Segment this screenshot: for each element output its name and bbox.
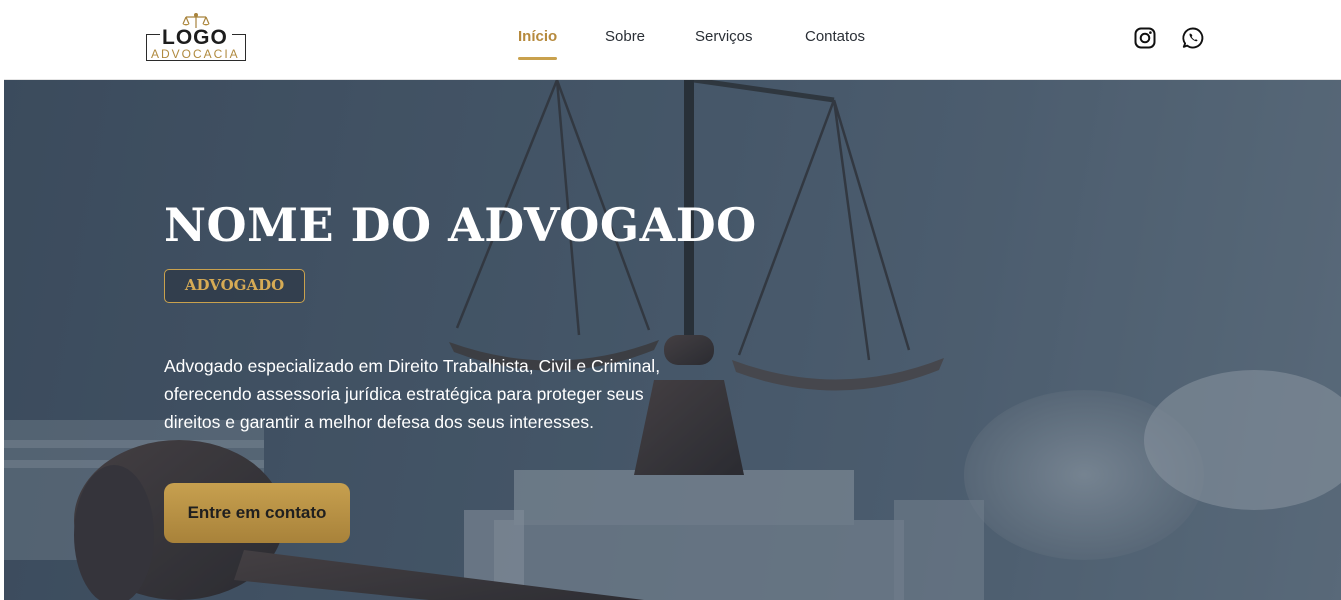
hero-description: Advogado especializado em Direito Trabal…: [164, 356, 661, 432]
contact-button[interactable]: Entre em contato: [164, 483, 350, 543]
hero-title: NOME DO ADVOGADO: [164, 198, 757, 252]
hero-section: NOME DO ADVOGADO ADVOGADO Advogado espec…: [4, 80, 1341, 600]
site-header: LOGO ADVOCACIA Início Sobre Serviços Con…: [4, 0, 1341, 80]
nav-item-sobre[interactable]: Sobre: [601, 28, 649, 45]
nav-item-inicio[interactable]: Início: [514, 28, 561, 60]
site-logo[interactable]: LOGO ADVOCACIA: [146, 12, 250, 64]
nav-item-contatos[interactable]: Contatos: [801, 28, 869, 45]
instagram-icon[interactable]: [1133, 26, 1157, 50]
logo-sub-text: ADVOCACIA: [151, 47, 240, 61]
whatsapp-icon[interactable]: [1181, 26, 1205, 50]
profession-badge: ADVOGADO: [164, 269, 305, 303]
nav-item-servicos[interactable]: Serviços: [691, 28, 757, 45]
